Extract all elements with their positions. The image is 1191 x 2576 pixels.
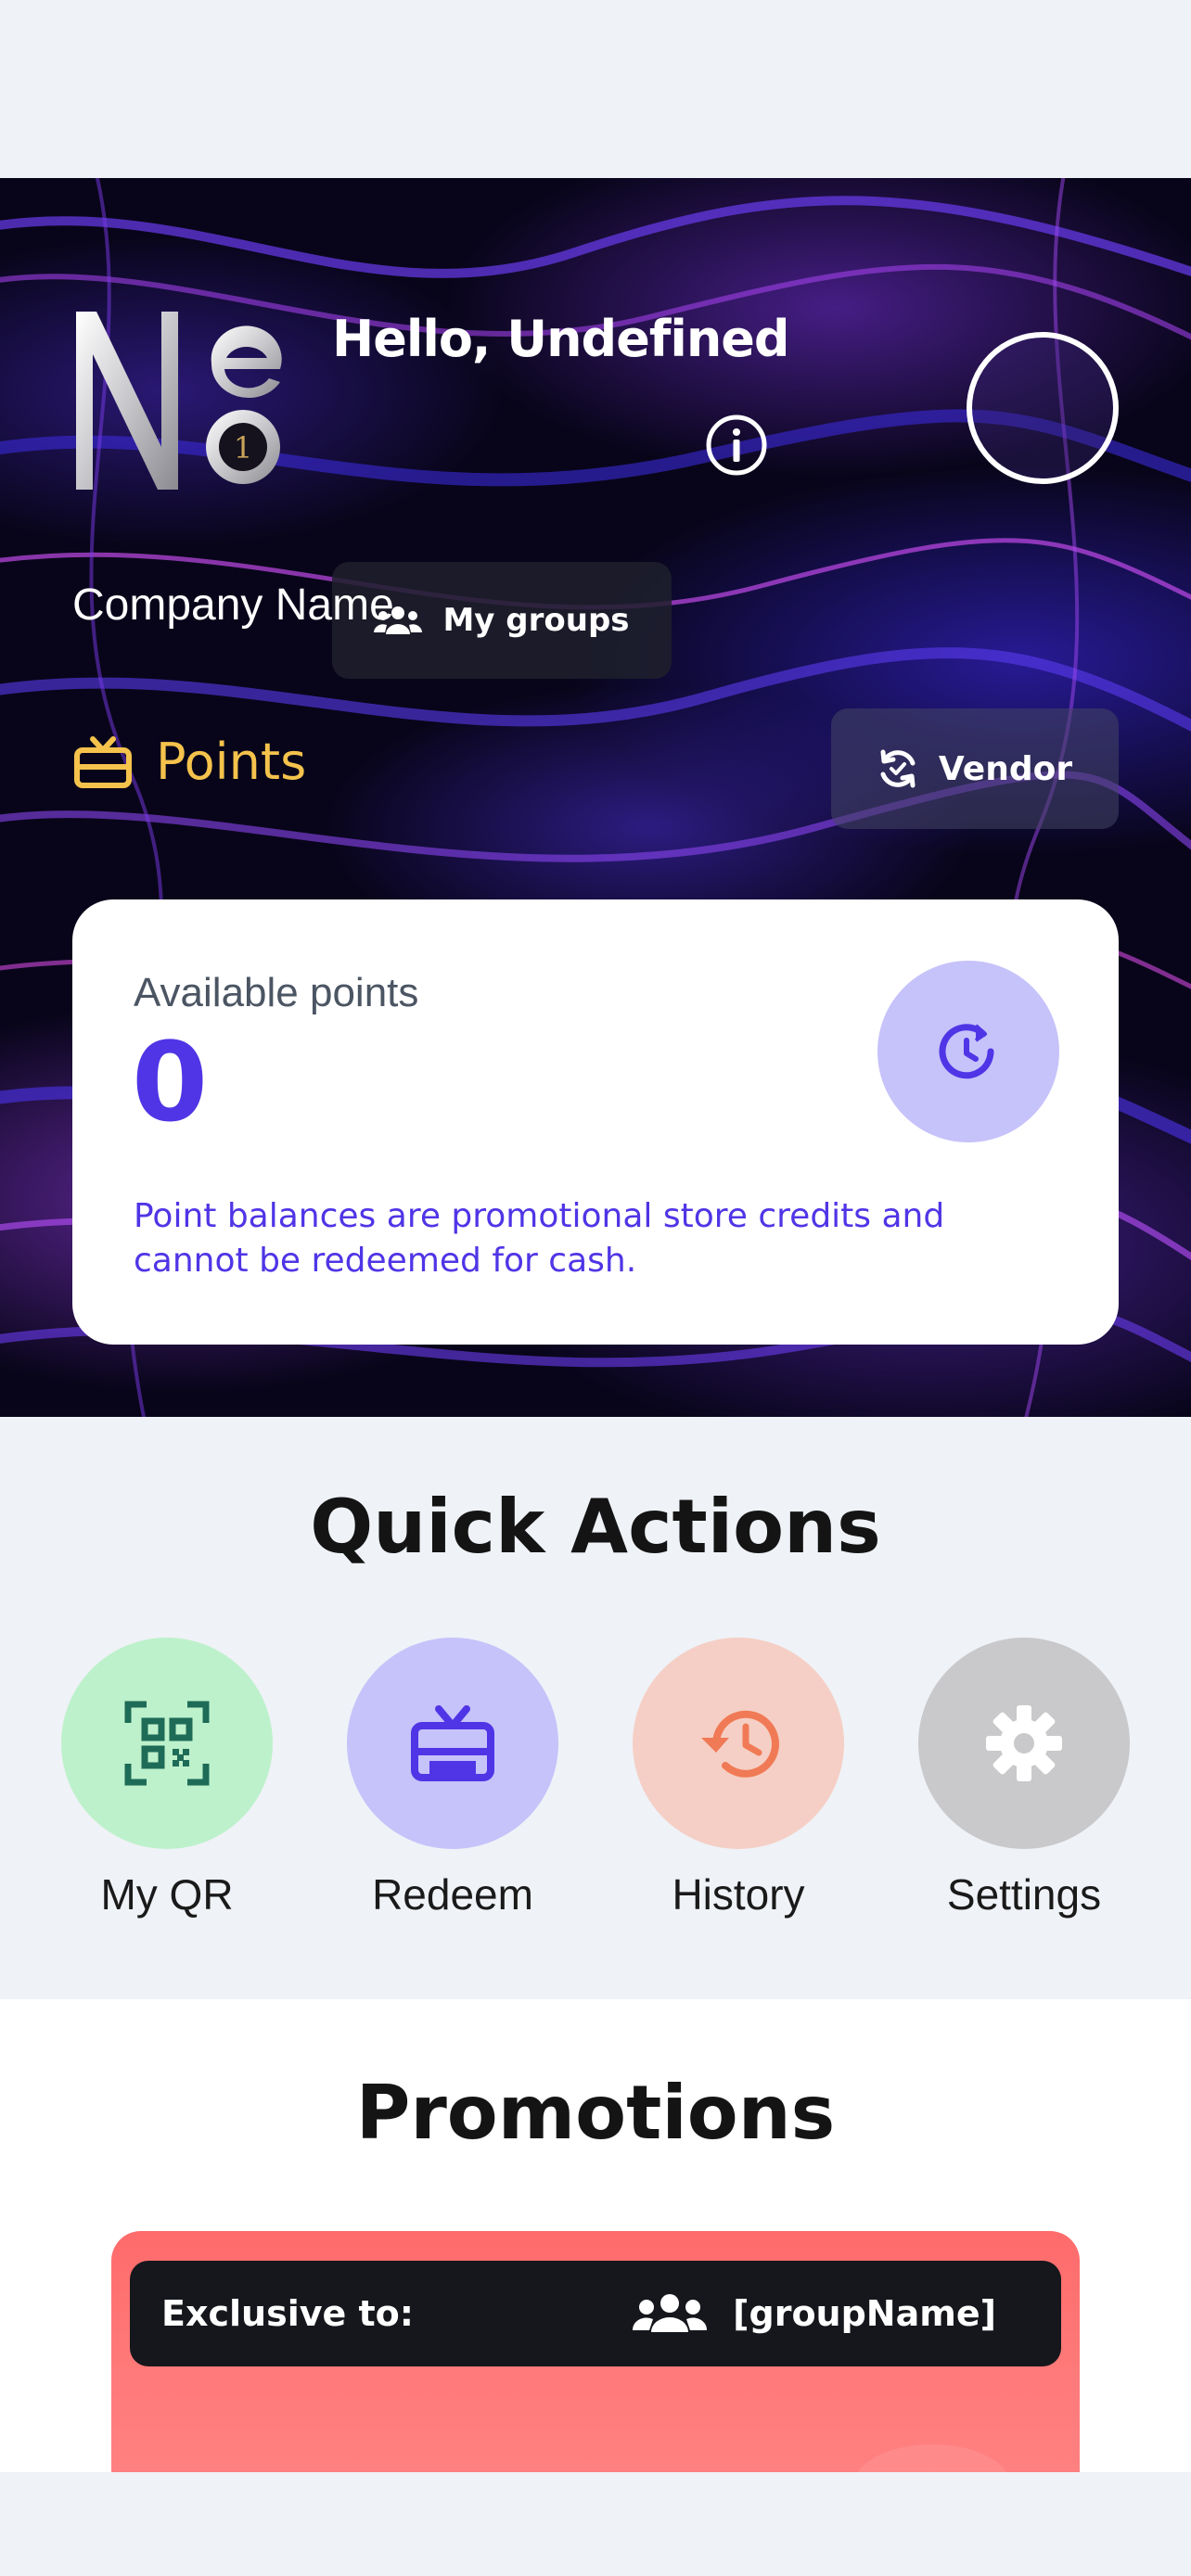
group-tag: [groupName] [633, 2293, 1030, 2334]
my-qr-button[interactable] [61, 1638, 273, 1849]
redeem-button[interactable] [347, 1638, 558, 1849]
points-disclaimer: Point balances are promotional store cre… [134, 1197, 945, 1280]
users-group-icon [633, 2294, 708, 2332]
points-label: Points [156, 733, 307, 791]
history-icon [701, 1710, 779, 1778]
exclusive-bar: Exclusive to: [groupName] [130, 2261, 1061, 2366]
switch-icon [880, 749, 916, 788]
svg-text:1: 1 [234, 430, 252, 465]
settings-button[interactable] [918, 1638, 1130, 1849]
points-card: Available points 0 Point balances are pr… [72, 899, 1119, 1345]
avatar[interactable] [967, 332, 1119, 484]
my-groups-label: My groups [442, 602, 630, 639]
company-name: Company Name [72, 580, 394, 630]
quick-action-history[interactable]: History [632, 1638, 845, 1919]
refresh-clock-icon [939, 1024, 994, 1079]
history-button[interactable] [633, 1638, 844, 1849]
quick-action-settings[interactable]: Settings [917, 1638, 1131, 1919]
refresh-points-button[interactable] [877, 961, 1059, 1142]
quick-action-redeem[interactable]: Redeem [346, 1638, 559, 1919]
vendor-button[interactable]: Vendor [831, 708, 1119, 829]
gift-card-icon [411, 1705, 494, 1781]
my-qr-label: My QR [100, 1870, 234, 1919]
available-points-label: Available points [134, 970, 419, 1015]
hero-banner: 1 Hello, Undefined My groups Company Nam… [0, 178, 1191, 1417]
gift-card-icon [74, 735, 132, 788]
points-heading: Points [74, 733, 306, 791]
neo1-logo: 1 [76, 312, 282, 490]
info-icon[interactable] [705, 414, 768, 477]
group-name: [groupName] [733, 2293, 996, 2334]
vendor-label: Vendor [938, 749, 1073, 788]
gear-icon [986, 1705, 1062, 1781]
quick-actions-title: Quick Actions [310, 1484, 881, 1570]
settings-label: Settings [946, 1870, 1102, 1919]
promo-decoration [853, 2444, 1011, 2472]
redeem-label: Redeem [372, 1870, 533, 1919]
history-label: History [672, 1870, 805, 1919]
greeting-text: Hello, Undefined [332, 310, 790, 368]
promotions-section: Promotions Exclusive to: [groupName] [0, 1999, 1191, 2472]
qr-code-icon [124, 1701, 210, 1786]
available-points-value: 0 [132, 1018, 209, 1146]
quick-action-my-qr[interactable]: My QR [60, 1638, 274, 1919]
promotion-card[interactable]: Exclusive to: [groupName] [111, 2231, 1080, 2472]
promotions-title: Promotions [355, 2070, 836, 2156]
exclusive-label: Exclusive to: [161, 2293, 414, 2334]
